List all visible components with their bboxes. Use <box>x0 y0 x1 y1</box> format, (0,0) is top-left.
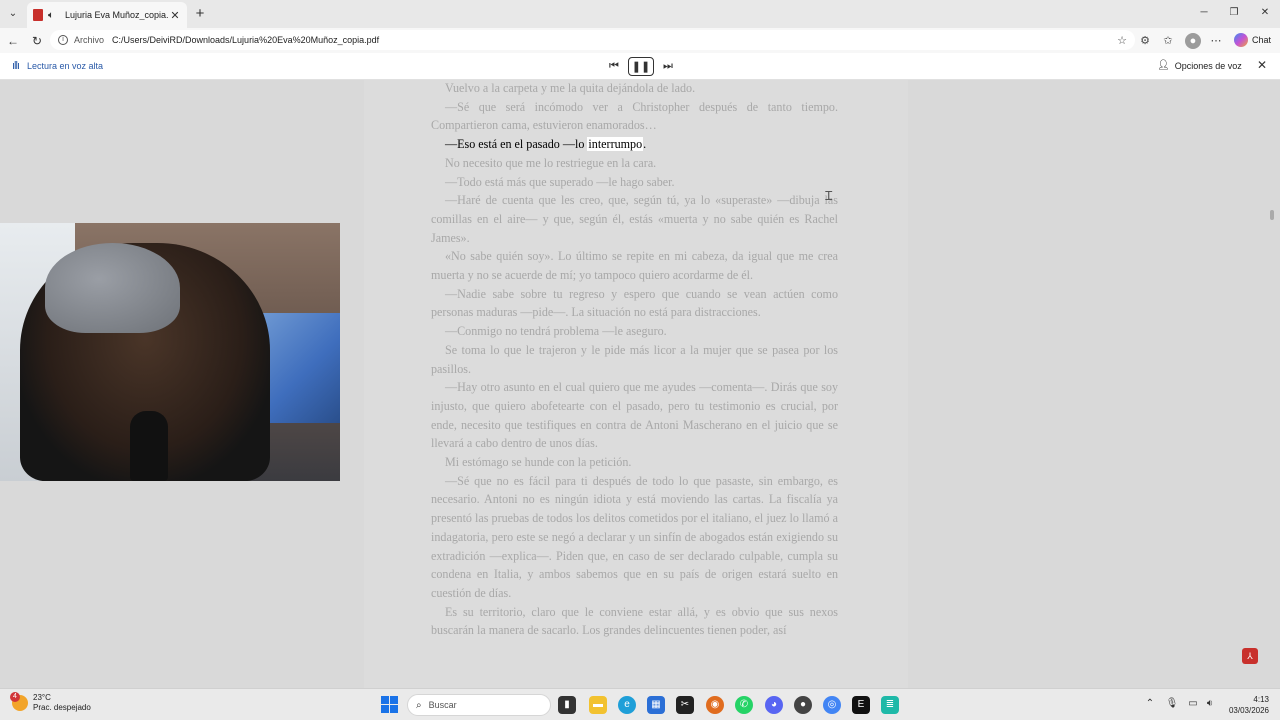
obs-icon[interactable]: ● <box>794 696 812 714</box>
read-aloud-bar: ıllı Lectura en voz alta ⏮︎ ❚❚ ⏭︎ 👤︎ Opc… <box>0 53 1280 80</box>
weather-desc: Prac. despejado <box>33 703 91 712</box>
pdf-paragraph[interactable]: Vuelvo a la carpeta y me la quita dejánd… <box>431 80 838 98</box>
address-url[interactable]: C:/Users/DeiviRD/Downloads/Lujuria%20Eva… <box>112 35 379 45</box>
spoken-text-after: . <box>643 137 647 152</box>
weather-widget[interactable]: 4 23°C Prac. despejado <box>10 692 91 713</box>
adobe-pdf-icon[interactable]: ⅄ <box>1242 648 1258 664</box>
task-view-icon[interactable]: ▮ <box>558 696 576 714</box>
webcam-overlay <box>0 223 340 481</box>
refresh-icon[interactable]: ↻ <box>28 32 46 50</box>
profile-avatar-icon[interactable]: ● <box>1185 33 1201 49</box>
minimize-icon[interactable]: ─ <box>1189 5 1219 21</box>
copilot-chat-button[interactable]: Chat <box>1234 33 1271 47</box>
taskbar: 4 23°C Prac. despejado ⌕ Buscar ▮ ▬ e ▦ … <box>0 688 1280 720</box>
search-placeholder: Buscar <box>428 700 457 710</box>
webcam-cap <box>45 243 180 333</box>
favorites-icon[interactable]: ✩ <box>1160 33 1176 49</box>
pdf-paragraph[interactable]: No necesito que me lo restriegue en la c… <box>431 154 838 173</box>
volume-icon[interactable]: 🔉︎ <box>1203 698 1217 709</box>
speaker-icon[interactable]: 🔈︎ <box>48 10 60 21</box>
address-toolbar: ← ↻ i Archivo C:/Users/DeiviRD/Downloads… <box>0 28 1280 53</box>
pdf-paragraph[interactable]: —Sé que no es fácil para ti después de t… <box>431 472 838 603</box>
text-cursor-icon: Ꮖ <box>825 189 833 203</box>
read-aloud-label: Lectura en voz alta <box>27 61 104 71</box>
audio-wave-icon: ıllı <box>12 60 20 72</box>
next-track-icon[interactable]: ⏭︎ <box>661 57 675 76</box>
read-aloud-close-icon[interactable]: ✕ <box>1256 58 1268 72</box>
vertical-scrollbar[interactable] <box>1270 210 1274 220</box>
voice-options-label: Opciones de voz <box>1174 60 1242 71</box>
start-windows-icon[interactable] <box>381 696 398 713</box>
voice-person-icon: 👤︎ <box>1157 60 1170 71</box>
edge-browser-icon[interactable]: e <box>618 696 636 714</box>
pdf-paragraph[interactable]: —Conmigo no tendrá problema —le aseguro. <box>431 322 838 341</box>
weather-badge: 4 <box>10 692 20 702</box>
microphone-icon[interactable]: 🎙︎ <box>1165 698 1179 709</box>
tab-bar: ⌄ 🔈︎ Lujuria Eva Muñoz_copia.pdf ✕ + ─ ❐… <box>0 0 1280 28</box>
chat-label: Chat <box>1252 35 1272 45</box>
network-icon[interactable]: ▭ <box>1186 698 1200 709</box>
capcut-icon[interactable]: ✂ <box>676 696 694 714</box>
pdf-paragraph[interactable]: —Nadie sabe sobre tu regreso y espero qu… <box>431 285 838 322</box>
address-scheme-label: Archivo <box>74 35 105 45</box>
window-close-icon[interactable]: ✕ <box>1250 5 1280 21</box>
pdf-paragraph[interactable]: Mi estómago se hunde con la petición. <box>431 453 838 472</box>
pdf-paragraph[interactable]: «No sabe quién soy». Lo último se repite… <box>431 247 838 284</box>
spoken-text: —Eso está en el pasado —lo <box>445 137 588 152</box>
pdf-paragraph[interactable]: Es su territorio, claro que le conviene … <box>431 603 838 640</box>
notepad-icon[interactable]: ≣ <box>881 696 899 714</box>
voice-options-button[interactable]: 👤︎ Opciones de voz <box>1157 60 1242 71</box>
pdf-paragraph[interactable]: —Sé que será incómodo ver a Christopher … <box>431 98 838 135</box>
tray-chevron-up-icon[interactable]: ⌃ <box>1143 698 1157 709</box>
clock-time: 4:13 <box>1253 695 1269 704</box>
clock-date: 03/03/2026 <box>1228 706 1269 715</box>
extensions-icon[interactable]: ⚙ <box>1137 33 1153 49</box>
clock[interactable]: 4:13 03/03/2026 <box>1225 694 1269 716</box>
pdf-paragraph[interactable]: —Eso está en el pasado —lo interrumpo. <box>431 135 838 154</box>
file-explorer-icon[interactable]: ▬ <box>589 696 607 714</box>
discord-icon[interactable]: ◕ <box>765 696 783 714</box>
copilot-logo-icon <box>1234 33 1248 47</box>
webcam-microphone <box>130 411 168 481</box>
pdf-paragraph[interactable]: Se toma lo que le trajeron y le pide más… <box>431 341 838 378</box>
pdf-paragraph[interactable]: —Hay otro asunto en el cual quiero que m… <box>431 378 838 453</box>
favorite-star-icon[interactable]: ☆ <box>1117 34 1127 47</box>
pdf-paragraph[interactable]: —Haré de cuenta que les creo, que, según… <box>431 191 838 247</box>
epic-games-icon[interactable]: E <box>852 696 870 714</box>
more-options-icon[interactable]: ⋯ <box>1208 33 1224 49</box>
pdf-paragraph[interactable]: —Todo está más que superado —le hago sab… <box>431 173 838 192</box>
pdf-file-icon <box>33 9 43 21</box>
back-arrow-icon[interactable]: ← <box>4 32 22 50</box>
firefox-icon[interactable]: ◉ <box>706 696 724 714</box>
chrome-icon[interactable]: ◎ <box>823 696 841 714</box>
pause-button[interactable]: ❚❚ <box>628 57 654 76</box>
tab-actions-chevron-icon[interactable]: ⌄ <box>4 5 22 23</box>
weather-temp: 23°C <box>33 693 51 702</box>
address-bar[interactable]: i Archivo C:/Users/DeiviRD/Downloads/Luj… <box>50 30 1135 50</box>
whatsapp-icon[interactable]: ✆ <box>735 696 753 714</box>
info-icon[interactable]: i <box>58 35 68 45</box>
current-word-highlight: interrumpo <box>587 137 644 152</box>
taskbar-search[interactable]: ⌕ Buscar <box>407 694 551 716</box>
store-icon[interactable]: ▦ <box>647 696 665 714</box>
tab-pdf[interactable]: 🔈︎ Lujuria Eva Muñoz_copia.pdf ✕ <box>27 2 187 28</box>
tab-close-icon[interactable]: ✕ <box>169 9 181 22</box>
restore-icon[interactable]: ❐ <box>1219 5 1249 21</box>
pdf-text-block[interactable]: Vuelvo a la carpeta y me la quita dejánd… <box>431 80 838 640</box>
new-tab-button[interactable]: + <box>193 5 207 23</box>
weather-sun-icon: 4 <box>10 692 28 711</box>
tab-title: Lujuria Eva Muñoz_copia.pdf <box>65 10 169 20</box>
read-aloud-label-group: ıllı Lectura en voz alta <box>12 60 103 72</box>
search-icon: ⌕ <box>416 699 422 711</box>
previous-track-icon[interactable]: ⏮︎ <box>607 57 621 76</box>
